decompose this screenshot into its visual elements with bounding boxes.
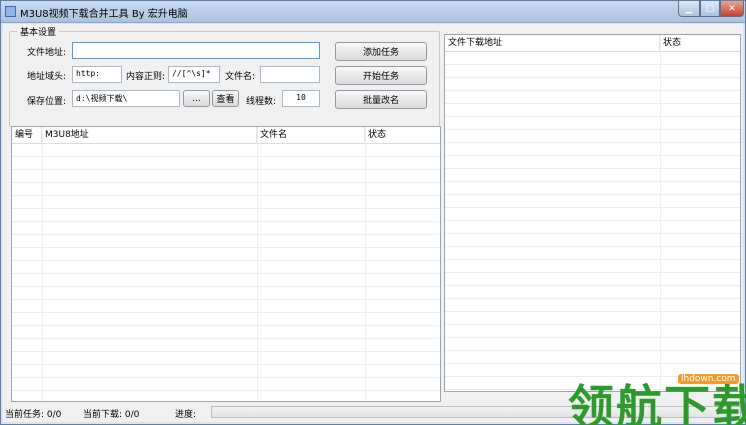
minimize-icon: ▁ [685, 3, 693, 14]
grid-row-line [445, 207, 740, 208]
grid-row-line [12, 364, 440, 365]
address-prefix-input[interactable]: http: [72, 66, 122, 83]
grid-row-line [445, 90, 740, 91]
grid-row-line [445, 363, 740, 364]
grid-row-line [445, 246, 740, 247]
maximize-button[interactable]: □ [700, 1, 720, 17]
client-area: 基本设置 文件地址: 地址域头: http: 内容正则: //[^\s]* 文件… [3, 24, 743, 422]
grid-row-line [445, 337, 740, 338]
task-table[interactable]: 编号 M3U8地址 文件名 状态 [11, 126, 441, 402]
address-prefix-label: 地址域头: [27, 72, 67, 82]
column-header-m3u8-url[interactable]: M3U8地址 [42, 127, 257, 144]
grid-row-line [12, 156, 440, 157]
save-location-input[interactable]: d:\视频下载\ [72, 90, 180, 107]
grid-row-line [445, 129, 740, 130]
grid-row-line [445, 142, 740, 143]
grid-row-line [445, 311, 740, 312]
grid-row-line [445, 103, 740, 104]
column-header-download-url[interactable]: 文件下载地址 [445, 35, 660, 52]
minimize-button[interactable]: ▁ [678, 1, 700, 17]
grid-row-line [445, 168, 740, 169]
grid-row-line [12, 247, 440, 248]
download-table-header: 文件下载地址 状态 [445, 35, 740, 52]
grid-row-line [12, 325, 440, 326]
column-header-number[interactable]: 编号 [12, 127, 42, 144]
watermark: 领航下载 lhdown.com [566, 369, 746, 425]
grid-row-line [12, 273, 440, 274]
grid-row-line [12, 195, 440, 196]
batch-rename-button[interactable]: 批量改名 [335, 90, 427, 109]
grid-row-line [445, 259, 740, 260]
grid-row-line [445, 285, 740, 286]
basic-settings-title: 基本设置 [17, 25, 60, 38]
view-button[interactable]: 查看 [212, 90, 239, 107]
content-regex-label: 内容正则: [126, 72, 166, 82]
grid-row-line [445, 181, 740, 182]
grid-row-line [12, 312, 440, 313]
grid-row-line [12, 182, 440, 183]
filename-label: 文件名: [225, 72, 256, 82]
grid-row-line [445, 233, 740, 234]
start-task-button[interactable]: 开始任务 [335, 66, 427, 85]
browse-button[interactable]: ... [183, 90, 210, 107]
grid-row-line [445, 155, 740, 156]
maximize-icon: □ [705, 3, 715, 14]
app-window: M3U8视频下载合并工具 By 宏升电脑 ▁ □ ✕ 基本设置 文件地址: 地址… [0, 0, 746, 425]
grid-row-line [445, 77, 740, 78]
file-address-label: 文件地址: [27, 48, 67, 58]
grid-row-line [12, 377, 440, 378]
filename-input[interactable] [260, 66, 320, 83]
grid-row-line [445, 220, 740, 221]
grid-row-line [445, 350, 740, 351]
threads-label: 线程数: [246, 97, 277, 107]
threads-input[interactable]: 10 [282, 90, 320, 107]
grid-row-line [445, 116, 740, 117]
grid-row-line [445, 64, 740, 65]
progress-label: 进度: [175, 410, 197, 420]
file-address-input[interactable] [72, 42, 320, 59]
content-regex-input[interactable]: //[^\s]* [168, 66, 220, 83]
add-task-button[interactable]: 添加任务 [335, 42, 427, 61]
grid-row-line [12, 234, 440, 235]
grid-row-line [12, 169, 440, 170]
current-tasks-text: 当前任务: 0/0 [5, 410, 62, 420]
grid-row-line [445, 324, 740, 325]
grid-row-line [12, 299, 440, 300]
task-table-header: 编号 M3U8地址 文件名 状态 [12, 127, 440, 144]
grid-row-line [12, 260, 440, 261]
column-header-download-status[interactable]: 状态 [660, 35, 740, 52]
watermark-url: lhdown.com [678, 374, 739, 384]
grid-row-line [12, 221, 440, 222]
window-title: M3U8视频下载合并工具 By 宏升电脑 [20, 9, 188, 20]
download-table[interactable]: 文件下载地址 状态 [444, 34, 741, 392]
title-bar[interactable]: M3U8视频下载合并工具 By 宏升电脑 ▁ □ ✕ [1, 1, 745, 23]
column-header-status[interactable]: 状态 [365, 127, 440, 144]
close-icon: ✕ [728, 3, 736, 14]
app-icon [5, 6, 16, 17]
close-button[interactable]: ✕ [720, 1, 744, 17]
grid-row-line [12, 351, 440, 352]
column-header-filename[interactable]: 文件名 [257, 127, 365, 144]
save-location-label: 保存位置: [27, 97, 67, 107]
grid-row-line [12, 286, 440, 287]
grid-row-line [12, 208, 440, 209]
current-downloads-text: 当前下载: 0/0 [83, 410, 140, 420]
grid-row-line [12, 338, 440, 339]
grid-row-line [12, 390, 440, 391]
grid-row-line [445, 298, 740, 299]
grid-row-line [445, 194, 740, 195]
grid-row-line [445, 272, 740, 273]
